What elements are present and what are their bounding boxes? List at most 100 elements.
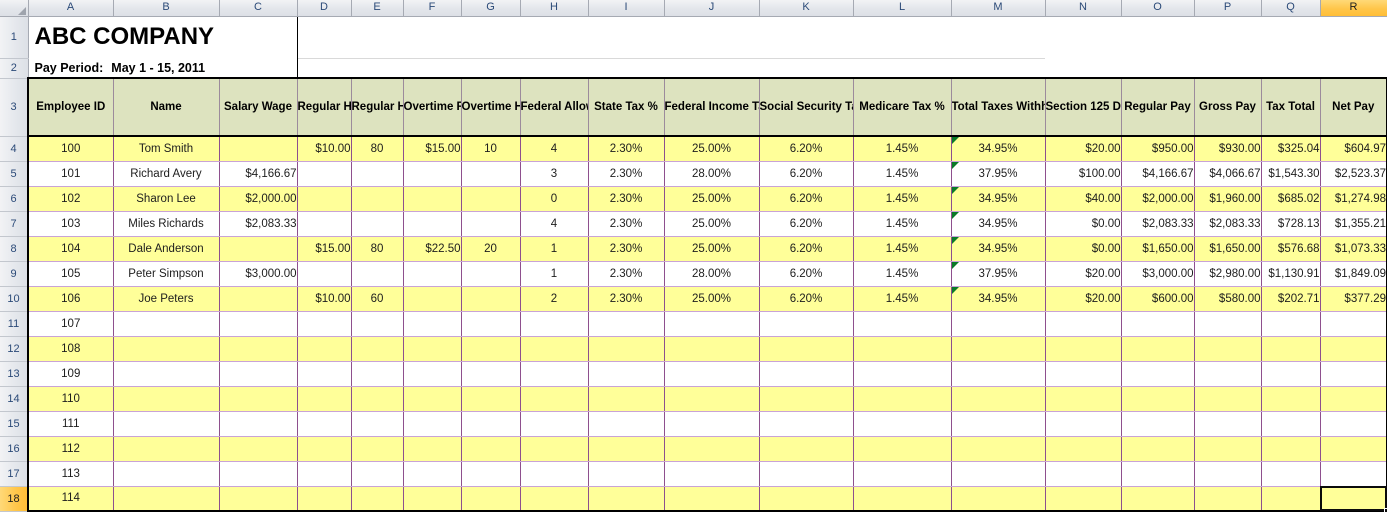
cell-total_taxes_withheld[interactable] (951, 336, 1046, 362)
cell-name[interactable] (113, 361, 220, 387)
cell-regular_hours_worked[interactable] (351, 186, 404, 212)
cell-name[interactable]: Dale Anderson (113, 236, 220, 262)
empty-cell[interactable] (588, 16, 664, 59)
cell-name[interactable] (113, 386, 220, 412)
cell-total_taxes_withheld[interactable]: 34.95% (951, 211, 1046, 237)
empty-cell[interactable] (759, 16, 853, 59)
cell-regular_hourly_wage[interactable] (297, 211, 352, 237)
cell-regular_pay[interactable]: $950.00 (1121, 136, 1195, 162)
cell-federal_allowance[interactable] (520, 461, 589, 487)
empty-cell[interactable] (1261, 16, 1320, 58)
cell-name[interactable]: Joe Peters (113, 286, 220, 312)
cell-state_tax[interactable] (588, 436, 665, 462)
column-header-r[interactable]: R (1320, 0, 1387, 17)
column-header-o[interactable]: O (1121, 0, 1195, 17)
empty-cell[interactable] (461, 58, 520, 78)
cell-tax_total[interactable] (1261, 386, 1321, 412)
table-header-cell[interactable]: Medicare Tax % (853, 77, 952, 137)
cell-medicare_tax[interactable] (853, 311, 952, 337)
cell-federal_income_tax[interactable]: 25.00% (664, 286, 760, 312)
cell-section_125_deduction[interactable]: $0.00 (1045, 236, 1122, 262)
cell-regular_hours_worked[interactable] (351, 311, 404, 337)
cell-gross_pay[interactable] (1194, 386, 1262, 412)
cell-federal_income_tax[interactable]: 25.00% (664, 136, 760, 162)
cell-social_security_tax[interactable]: 6.20% (759, 186, 854, 212)
cell-overtime_rate[interactable] (403, 186, 462, 212)
cell-section_125_deduction[interactable]: $100.00 (1045, 161, 1122, 187)
cell-name[interactable] (113, 336, 220, 362)
cell-gross_pay[interactable]: $580.00 (1194, 286, 1262, 312)
company-title-cell[interactable]: ABC COMPANY (28, 16, 298, 58)
empty-cell[interactable] (1121, 16, 1194, 58)
cell-regular_hours_worked[interactable] (351, 261, 404, 287)
empty-cell[interactable] (664, 16, 759, 59)
cell-regular_hourly_wage[interactable] (297, 361, 352, 387)
cell-gross_pay[interactable] (1194, 336, 1262, 362)
cell-medicare_tax[interactable] (853, 411, 952, 437)
cell-employee_id[interactable]: 105 (27, 261, 114, 287)
table-header-cell[interactable]: Section 125 Deduction (1045, 77, 1122, 137)
cell-social_security_tax[interactable] (759, 411, 854, 437)
cell-regular_pay[interactable] (1121, 336, 1195, 362)
table-header-cell[interactable]: Federal Income Tax % (664, 77, 760, 137)
cell-medicare_tax[interactable] (853, 486, 952, 512)
cell-gross_pay[interactable]: $4,066.67 (1194, 161, 1262, 187)
cell-salary_wage[interactable] (219, 236, 298, 262)
cell-section_125_deduction[interactable] (1045, 361, 1122, 387)
cell-regular_hours_worked[interactable] (351, 411, 404, 437)
cell-employee_id[interactable]: 112 (27, 436, 114, 462)
cell-salary_wage[interactable]: $2,083.33 (219, 211, 298, 237)
cell-name[interactable]: Sharon Lee (113, 186, 220, 212)
cell-regular_hourly_wage[interactable] (297, 386, 352, 412)
cell-medicare_tax[interactable]: 1.45% (853, 261, 952, 287)
cell-net_pay[interactable]: $1,355.21 (1320, 211, 1387, 237)
table-header-cell[interactable]: Total Taxes Withheld % (951, 77, 1046, 137)
cell-salary_wage[interactable] (219, 286, 298, 312)
cell-overtime_rate[interactable] (403, 311, 462, 337)
cell-overtime_hours[interactable] (461, 336, 521, 362)
table-header-cell[interactable]: Employee ID (27, 77, 114, 137)
cell-social_security_tax[interactable]: 6.20% (759, 236, 854, 262)
cell-tax_total[interactable]: $202.71 (1261, 286, 1321, 312)
cell-tax_total[interactable]: $728.13 (1261, 211, 1321, 237)
cell-tax_total[interactable] (1261, 436, 1321, 462)
cell-regular_hourly_wage[interactable] (297, 261, 352, 287)
cell-regular_pay[interactable]: $2,000.00 (1121, 186, 1195, 212)
empty-cell[interactable] (1320, 58, 1387, 78)
row-header-6[interactable]: 6 (0, 186, 29, 212)
cell-federal_allowance[interactable]: 0 (520, 186, 589, 212)
cell-total_taxes_withheld[interactable]: 34.95% (951, 186, 1046, 212)
cell-federal_allowance[interactable] (520, 386, 589, 412)
cell-gross_pay[interactable]: $1,650.00 (1194, 236, 1262, 262)
cell-salary_wage[interactable] (219, 436, 298, 462)
table-header-cell[interactable]: Regular Hourly Wage (297, 77, 352, 137)
cell-state_tax[interactable]: 2.30% (588, 136, 665, 162)
cell-overtime_hours[interactable]: 10 (461, 136, 521, 162)
cell-regular_hours_worked[interactable] (351, 161, 404, 187)
cell-section_125_deduction[interactable] (1045, 386, 1122, 412)
cell-tax_total[interactable] (1261, 311, 1321, 337)
cell-overtime_hours[interactable] (461, 461, 521, 487)
cell-federal_allowance[interactable] (520, 436, 589, 462)
cell-section_125_deduction[interactable]: $0.00 (1045, 211, 1122, 237)
cell-employee_id[interactable]: 107 (27, 311, 114, 337)
cell-net_pay[interactable] (1320, 461, 1387, 487)
cell-overtime_rate[interactable] (403, 486, 462, 512)
cell-employee_id[interactable]: 103 (27, 211, 114, 237)
cell-total_taxes_withheld[interactable]: 37.95% (951, 161, 1046, 187)
cell-total_taxes_withheld[interactable] (951, 436, 1046, 462)
select-all-corner-icon[interactable] (0, 0, 29, 17)
cell-salary_wage[interactable] (219, 486, 298, 512)
table-header-cell[interactable]: Overtime Rate (403, 77, 462, 137)
cell-federal_income_tax[interactable] (664, 311, 760, 337)
cell-overtime_rate[interactable] (403, 361, 462, 387)
cell-salary_wage[interactable] (219, 336, 298, 362)
cell-medicare_tax[interactable] (853, 436, 952, 462)
cell-regular_hours_worked[interactable]: 60 (351, 286, 404, 312)
cell-regular_hourly_wage[interactable] (297, 461, 352, 487)
column-header-g[interactable]: G (461, 0, 521, 17)
empty-cell[interactable] (853, 58, 951, 78)
table-header-cell[interactable]: Net Pay (1320, 77, 1387, 137)
cell-regular_pay[interactable]: $2,083.33 (1121, 211, 1195, 237)
cell-state_tax[interactable] (588, 311, 665, 337)
